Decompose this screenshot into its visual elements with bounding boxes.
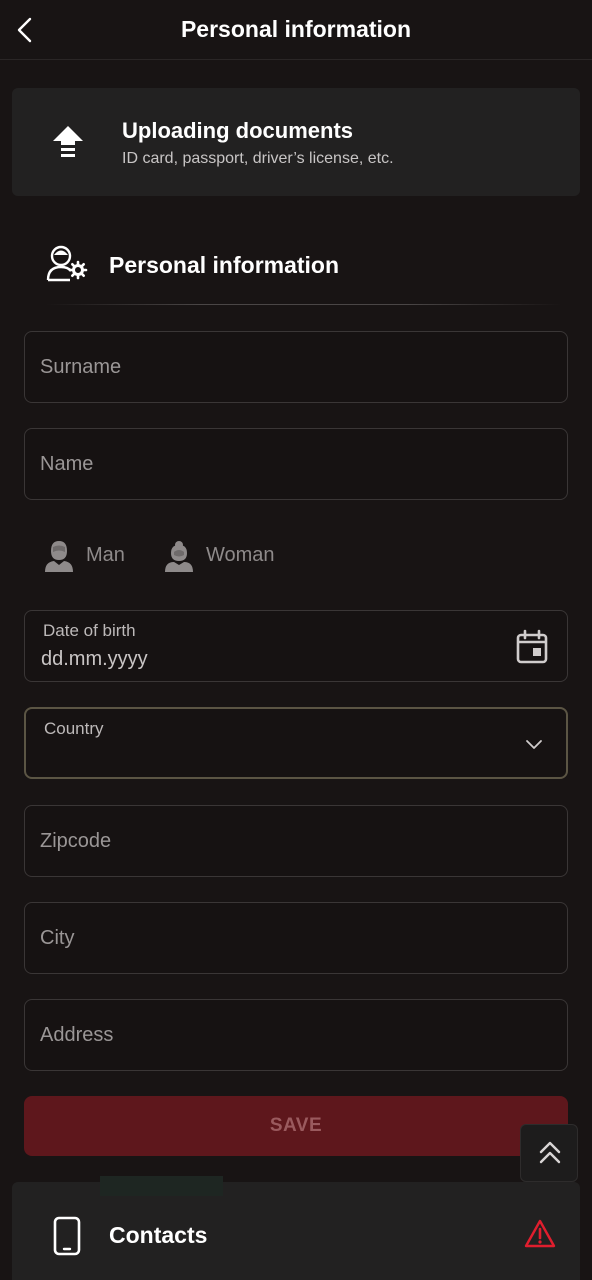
woman-avatar-icon <box>165 541 193 572</box>
section-divider <box>46 304 562 305</box>
city-field[interactable]: City <box>24 902 568 974</box>
user-gear-icon <box>46 245 88 282</box>
gender-option-man[interactable]: Man <box>44 536 144 576</box>
zipcode-placeholder: Zipcode <box>40 830 112 852</box>
contacts-card[interactable]: Contacts <box>12 1182 580 1280</box>
upload-documents-card[interactable]: Uploading documents ID card, passport, d… <box>12 88 580 196</box>
double-chevron-up-icon <box>539 1141 561 1164</box>
contacts-label: Contacts <box>109 1222 208 1248</box>
calendar-icon[interactable] <box>515 629 549 665</box>
name-field[interactable]: Name <box>24 428 568 500</box>
gender-label-man: Man <box>86 544 125 566</box>
city-placeholder: City <box>40 927 75 949</box>
date-of-birth-placeholder: dd.mm.yyyy <box>41 648 148 670</box>
man-avatar-icon <box>45 541 73 572</box>
upload-title: Uploading documents <box>122 118 353 143</box>
country-select[interactable]: Country <box>24 707 568 779</box>
upload-arrow-icon <box>53 126 83 157</box>
save-button[interactable]: SAVE <box>24 1096 568 1156</box>
country-label: Country <box>44 719 104 738</box>
zipcode-field[interactable]: Zipcode <box>24 805 568 877</box>
chevron-down-icon <box>526 740 542 749</box>
upload-subtitle: ID card, passport, driver’s license, etc… <box>122 150 394 167</box>
name-placeholder: Name <box>40 453 94 475</box>
date-of-birth-field[interactable]: Date of birth dd.mm.yyyy <box>24 610 568 682</box>
surname-field[interactable]: Surname <box>24 331 568 403</box>
gender-label-woman: Woman <box>206 544 275 566</box>
smartphone-icon <box>53 1216 81 1256</box>
gender-option-woman[interactable]: Woman <box>164 536 294 576</box>
top-bar: Personal information <box>0 0 592 60</box>
address-placeholder: Address <box>40 1024 114 1046</box>
address-field[interactable]: Address <box>24 999 568 1071</box>
warning-triangle-icon <box>524 1219 556 1248</box>
scroll-to-top-button[interactable] <box>520 1124 578 1182</box>
surname-placeholder: Surname <box>40 356 122 378</box>
section-header: Personal information <box>46 244 546 288</box>
section-title: Personal information <box>109 252 340 278</box>
contacts-tab-accent <box>100 1176 223 1196</box>
date-of-birth-label: Date of birth <box>43 621 136 640</box>
page-title: Personal information <box>180 16 412 42</box>
